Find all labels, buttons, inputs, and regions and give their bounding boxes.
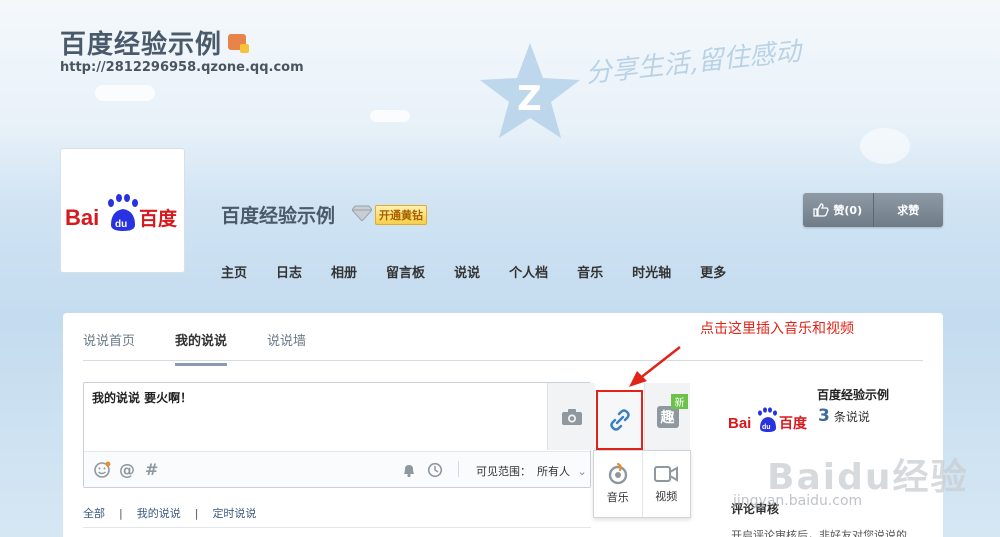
filter-scheduled[interactable]: 定时说说: [212, 505, 256, 521]
tab-divider: [83, 360, 923, 361]
nav-item-more[interactable]: 更多: [700, 262, 726, 281]
filter-bar: 全部 | 我的说说 | 定时说说: [83, 505, 256, 521]
svg-text:du: du: [115, 219, 127, 230]
owner-name[interactable]: 百度经验示例: [221, 201, 335, 228]
sidebar-owner-name[interactable]: 百度经验示例: [817, 386, 889, 403]
hashtag-icon[interactable]: #: [145, 460, 158, 479]
nav-item-home[interactable]: 主页: [221, 262, 247, 281]
nav-item-blog[interactable]: 日志: [276, 262, 302, 281]
diamond-icon[interactable]: [352, 205, 372, 221]
nav-item-profile[interactable]: 个人档: [509, 262, 548, 281]
insert-music-button[interactable]: 音乐: [594, 451, 642, 517]
site-url[interactable]: http://2812296958.qzone.qq.com: [60, 60, 304, 75]
insert-video-button[interactable]: 视频: [641, 451, 691, 517]
ask-like-label: 求赞: [897, 204, 920, 217]
nav-item-guestbook[interactable]: 留言板: [386, 262, 425, 281]
chat-bubble-decoration: [860, 128, 910, 164]
like-label: 赞(0): [833, 204, 863, 217]
new-badge: 新: [671, 394, 688, 409]
baidu-watermark-url: jingyan.baidu.com: [733, 493, 863, 509]
clock-icon[interactable]: [427, 462, 443, 478]
composer-input-text[interactable]: 我的说说 要火啊！: [92, 389, 192, 406]
thumbs-up-icon: [813, 203, 830, 217]
svg-text:Bai: Bai: [728, 415, 751, 432]
nav-item-album[interactable]: 相册: [331, 262, 357, 281]
video-label: 视频: [655, 490, 678, 503]
filter-divider: [83, 527, 591, 528]
gift-icon[interactable]: [228, 34, 249, 53]
ask-like-button[interactable]: 求赞: [872, 193, 944, 227]
baidu-logo: Bai du 百度: [65, 193, 178, 231]
post-count-unit: 条说说: [833, 410, 870, 424]
svg-text:百度: 百度: [139, 207, 178, 230]
video-icon: [654, 466, 679, 482]
site-title[interactable]: 百度经验示例: [60, 24, 222, 61]
post-count-number: 3: [818, 406, 830, 426]
cloud-decoration: [95, 85, 155, 101]
qzone-star-logo: Z: [480, 43, 580, 138]
emoji-icon[interactable]: [93, 461, 111, 479]
svg-text:Z: Z: [517, 79, 542, 119]
photo-button[interactable]: [547, 383, 595, 450]
cloud-decoration: [370, 110, 410, 122]
camera-icon: [561, 408, 582, 425]
filter-separator: |: [119, 506, 123, 520]
filter-mine[interactable]: 我的说说: [137, 505, 181, 521]
visibility-select[interactable]: 可见范围： 所有人 ⌄: [476, 463, 587, 479]
like-box: 赞(0) 求赞: [803, 193, 943, 227]
sidebar-post-count[interactable]: 3 条说说: [818, 406, 870, 426]
comment-review-text: 开启评论审核后，非好友对您说说的: [731, 529, 907, 537]
visibility-value: 所有人: [537, 465, 570, 478]
toolbar-divider: [458, 461, 459, 477]
nav-item-music[interactable]: 音乐: [577, 262, 603, 281]
svg-text:du: du: [762, 424, 771, 431]
svg-text:Bai: Bai: [65, 205, 99, 230]
filter-separator: |: [194, 506, 199, 520]
filter-all[interactable]: 全部: [83, 505, 105, 521]
bell-icon[interactable]: [401, 462, 417, 478]
open-vip-badge[interactable]: 开通黄钻: [375, 205, 427, 225]
nav-item-timeline[interactable]: 时光轴: [632, 262, 671, 281]
annotation-text: 点击这里插入音乐和视频: [700, 321, 854, 337]
svg-text:百度: 百度: [779, 415, 808, 432]
annotation-arrow-icon: [629, 346, 681, 387]
main-nav: 主页 日志 相册 留言板 说说 个人档 音乐 时光轴 更多: [221, 262, 755, 281]
insert-media-button[interactable]: [596, 390, 643, 450]
like-button[interactable]: 赞(0): [803, 193, 873, 227]
mention-icon[interactable]: @: [119, 460, 135, 479]
sidebar-baidu-logo[interactable]: Bai du 百度: [728, 404, 810, 434]
media-popup: 音乐 视频: [593, 450, 691, 518]
qzone-slogan: 分享生活,留住感动: [584, 36, 803, 90]
visibility-label: 可见范围：: [476, 465, 531, 478]
music-label: 音乐: [606, 491, 629, 504]
avatar[interactable]: Bai du 百度: [60, 148, 185, 273]
nav-item-shuoshuo[interactable]: 说说: [454, 262, 480, 281]
chevron-down-icon: ⌄: [577, 465, 587, 478]
link-icon: [609, 409, 630, 431]
music-icon: [608, 463, 627, 485]
